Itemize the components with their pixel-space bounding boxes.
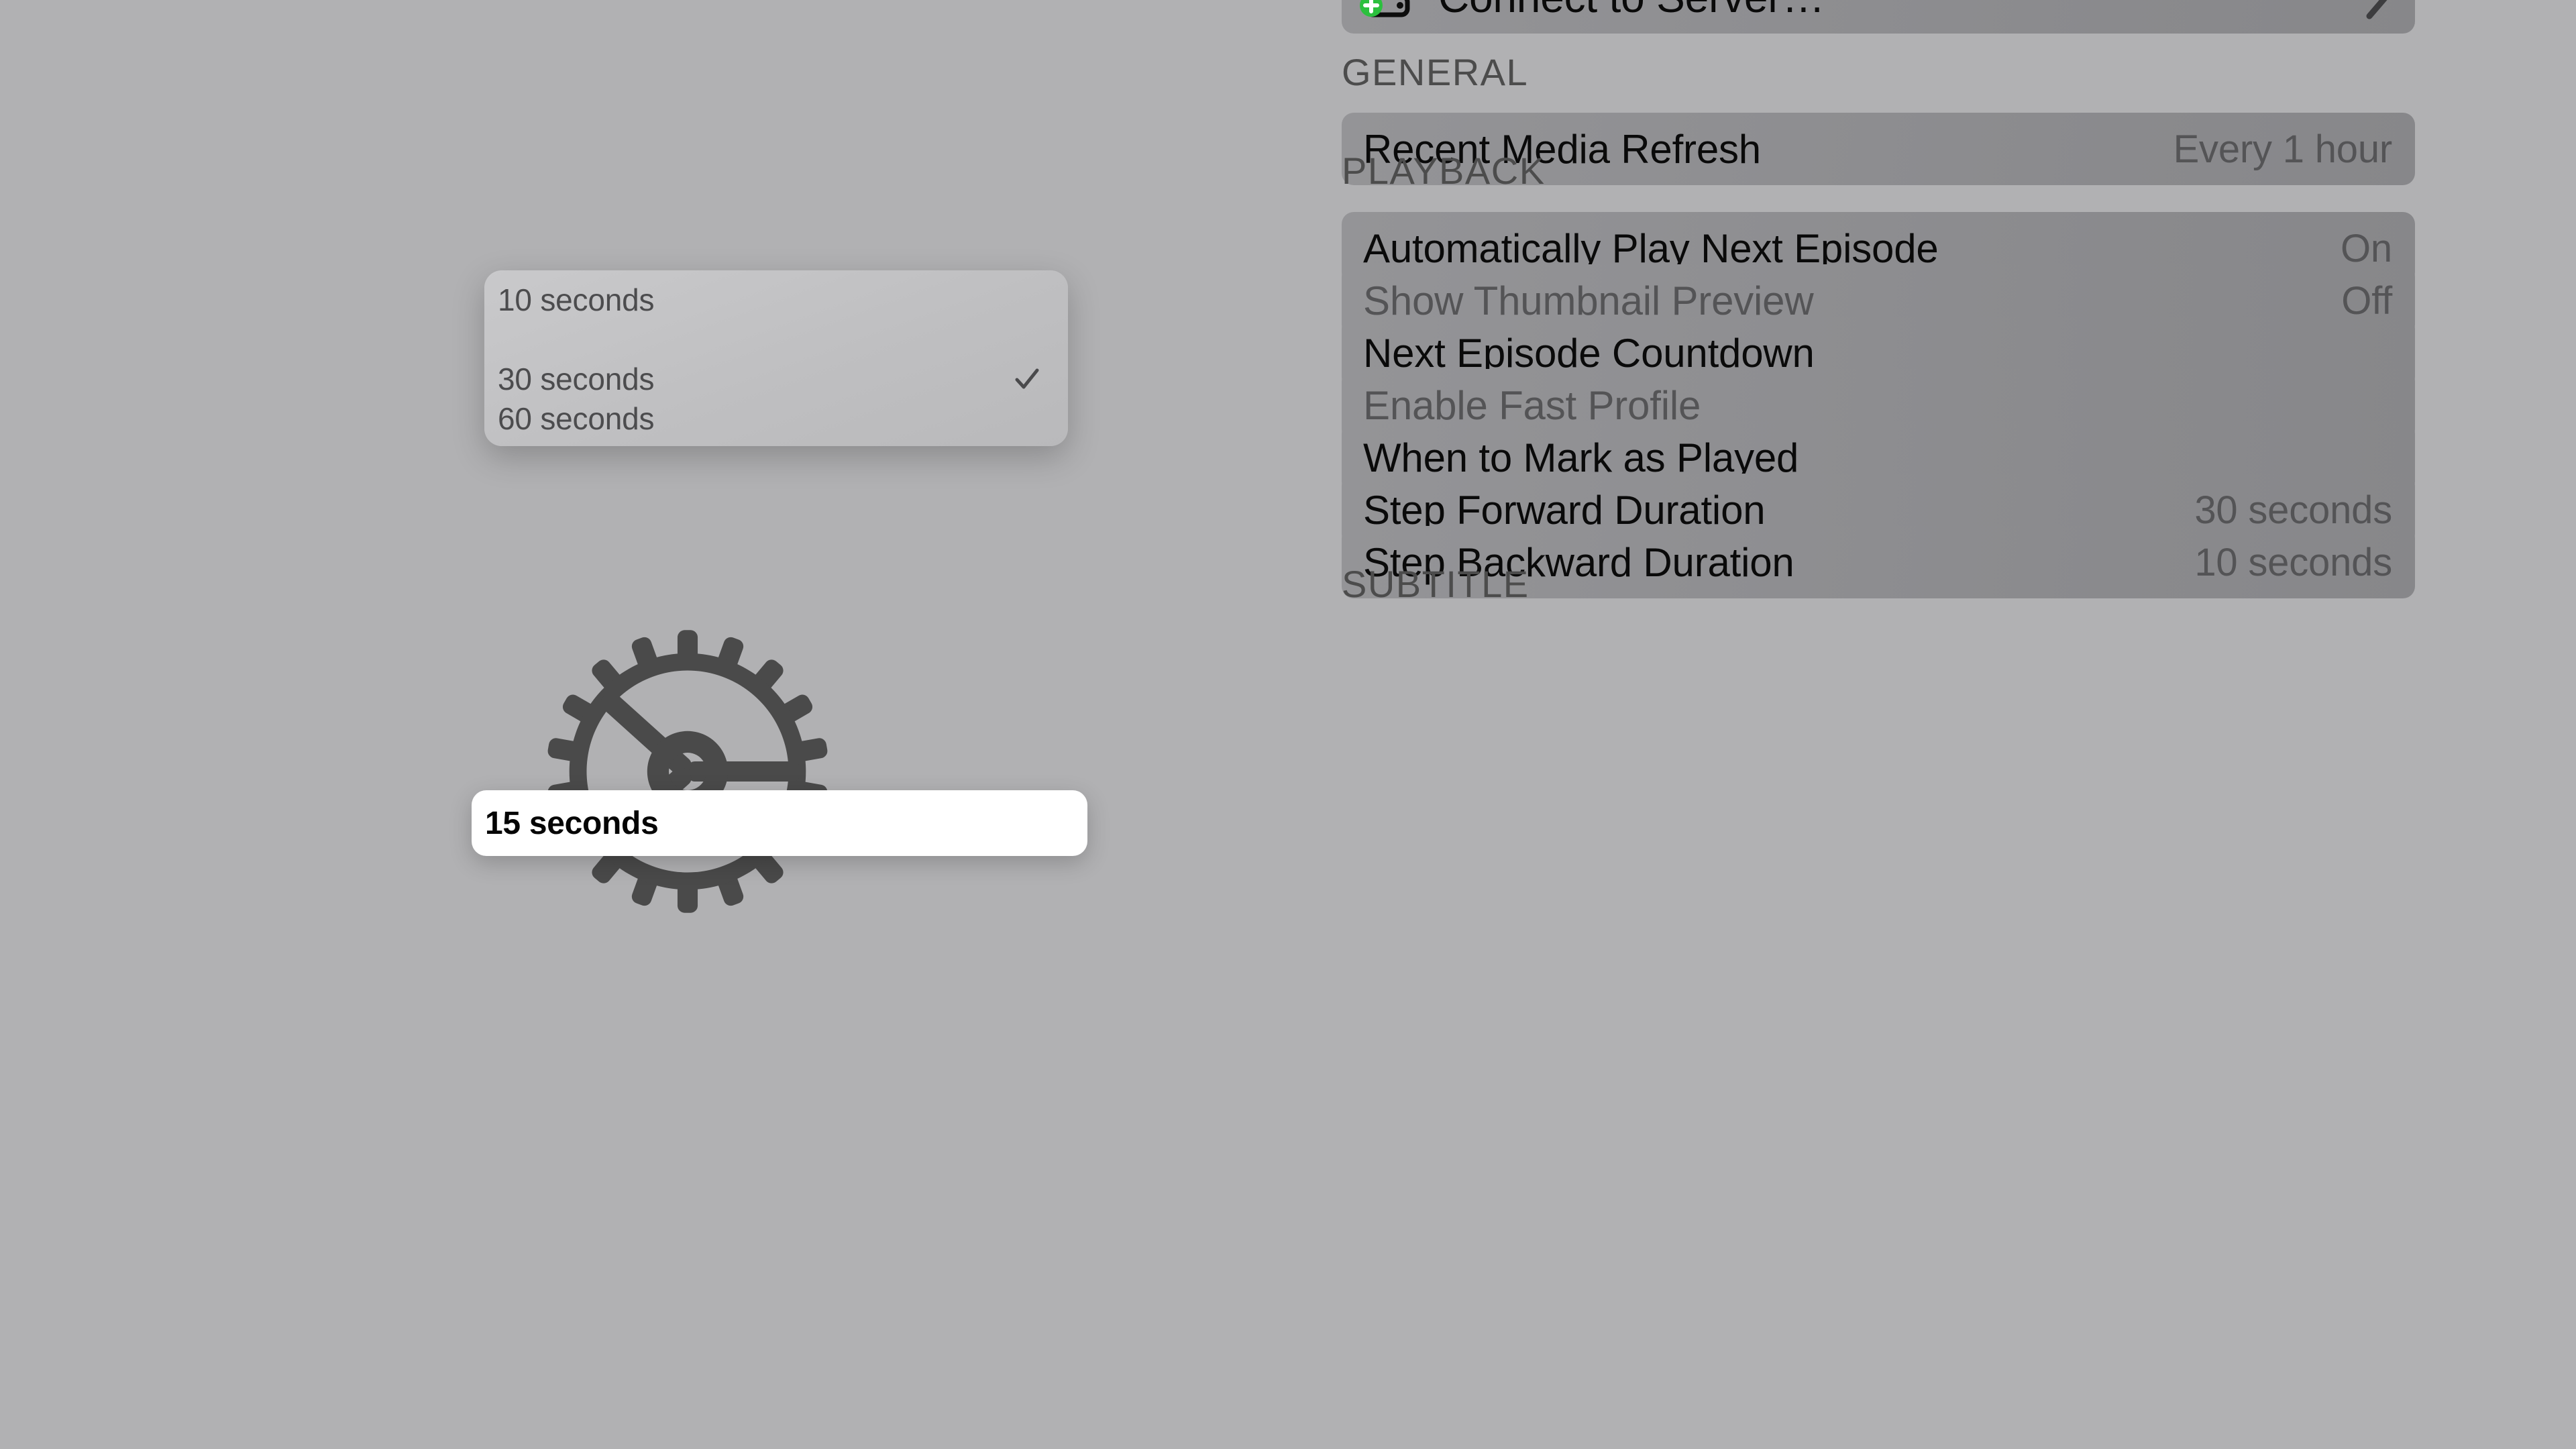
settings-screen: Connect to Server… GENERAL Recent Media … [0,0,2576,1449]
popup-item-15-seconds-focused[interactable]: 15 seconds [472,790,1087,856]
section-header-playback: PLAYBACK [1342,150,1546,192]
row-label: Connect to Server… [1438,0,1825,22]
row-connect-to-server[interactable]: Connect to Server… [1342,0,2415,34]
popup-item-10-seconds[interactable]: 10 seconds [484,280,1068,319]
server-add-icon [1358,0,1415,19]
settings-list: Connect to Server… GENERAL Recent Media … [1342,0,2576,1449]
duration-options-popup: 10 seconds 30 seconds 60 seconds [484,270,1068,446]
popup-item-30-seconds[interactable]: 30 seconds [484,359,1068,398]
checkmark-icon [1013,365,1041,393]
illustration-pane [0,0,1342,1449]
section-header-subtitle: SUBTITLE [1342,563,1529,605]
popup-item-label: 60 seconds [498,400,655,436]
popup-item-label: 10 seconds [498,282,655,317]
row-value: Every 1 hour [2173,127,2393,171]
section-header-general: GENERAL [1342,51,1529,93]
row-value: 10 seconds [2194,540,2392,584]
popup-item-label: 30 seconds [498,361,655,396]
gear-icon [543,627,832,916]
popup-item-label: 15 seconds [485,805,659,841]
chevron-right-icon [2361,0,2392,21]
popup-item-60-seconds[interactable]: 60 seconds [484,398,1068,438]
